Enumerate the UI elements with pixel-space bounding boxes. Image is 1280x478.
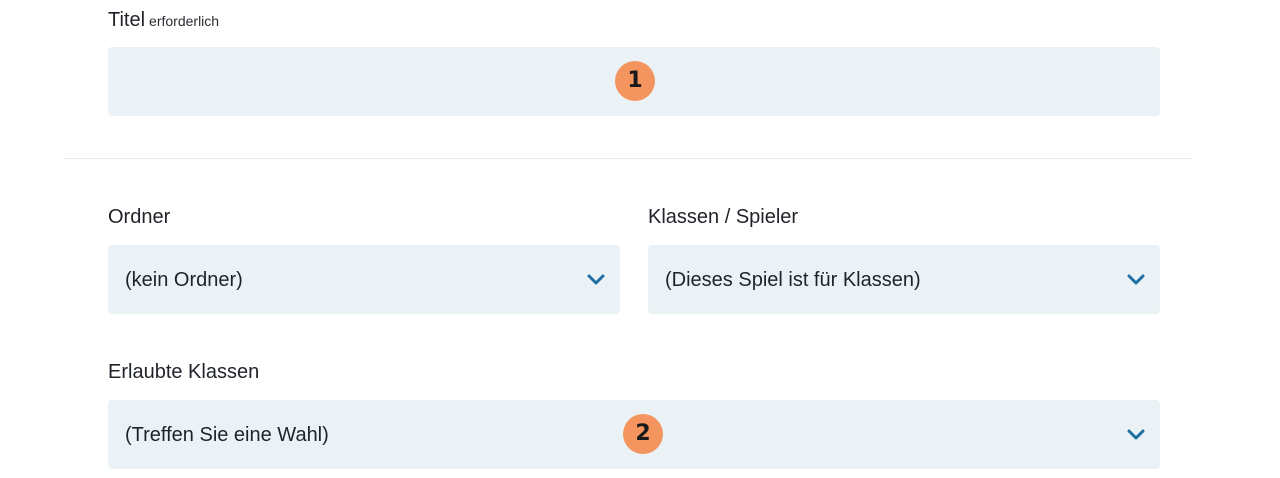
classes-players-label: Klassen / Spieler — [648, 206, 799, 228]
chevron-down-icon — [1127, 274, 1145, 284]
title-label: Titel erforderlich — [108, 8, 219, 33]
annotation-marker-2: 2 — [623, 414, 663, 454]
chevron-down-icon — [587, 274, 605, 284]
folder-select-value: (kein Ordner) — [125, 268, 243, 291]
classes-players-select-value: (Dieses Spiel ist für Klassen) — [665, 268, 921, 291]
required-hint: erforderlich — [149, 13, 220, 29]
classes-players-select[interactable]: (Dieses Spiel ist für Klassen) — [648, 245, 1160, 314]
chevron-down-icon — [1127, 429, 1145, 439]
form-page: Titel erforderlich 1 Ordner (kein Ordner)… — [0, 0, 1280, 478]
folder-select[interactable]: (kein Ordner) — [108, 245, 620, 314]
folder-label: Ordner — [108, 206, 171, 228]
section-divider — [64, 158, 1192, 159]
allowed-classes-label: Erlaubte Klassen — [108, 361, 260, 383]
allowed-classes-select-value: (Treffen Sie eine Wahl) — [125, 423, 329, 446]
title-label-text: Titel — [108, 9, 146, 31]
annotation-marker-1: 1 — [615, 61, 655, 101]
